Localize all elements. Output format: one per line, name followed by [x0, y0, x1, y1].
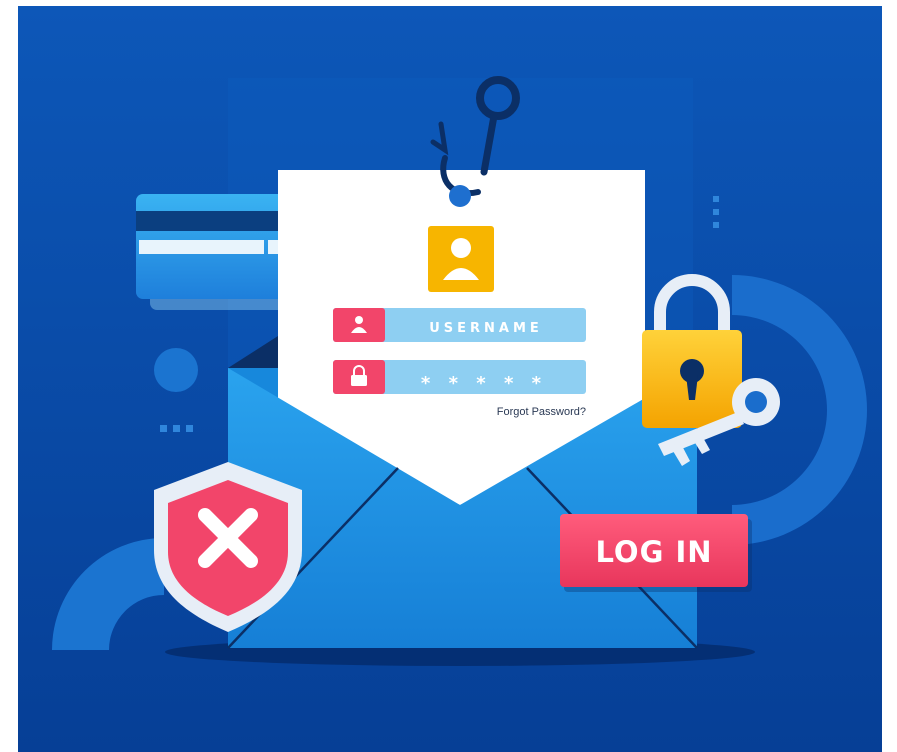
- user-avatar-icon: [428, 226, 494, 292]
- username-field[interactable]: USERNAME: [333, 308, 586, 342]
- password-mask: * * * * *: [421, 373, 547, 394]
- decor-dot-small: [713, 209, 719, 215]
- password-field[interactable]: * * * * *: [333, 360, 586, 394]
- phishing-illustration: USERNAME * * * * * Forgot Password? LOG …: [0, 0, 897, 752]
- decor-dot-small: [173, 425, 180, 432]
- login-button-label: LOG IN: [595, 535, 712, 569]
- decor-dot: [154, 348, 198, 392]
- decor-dot-small: [160, 425, 167, 432]
- username-label: USERNAME: [429, 321, 543, 336]
- decor-dot-small: [713, 196, 719, 202]
- forgot-password-link[interactable]: Forgot Password?: [497, 406, 586, 418]
- decor-dot-small: [186, 425, 193, 432]
- decor-dot-small: [713, 222, 719, 228]
- login-button[interactable]: LOG IN: [560, 514, 752, 592]
